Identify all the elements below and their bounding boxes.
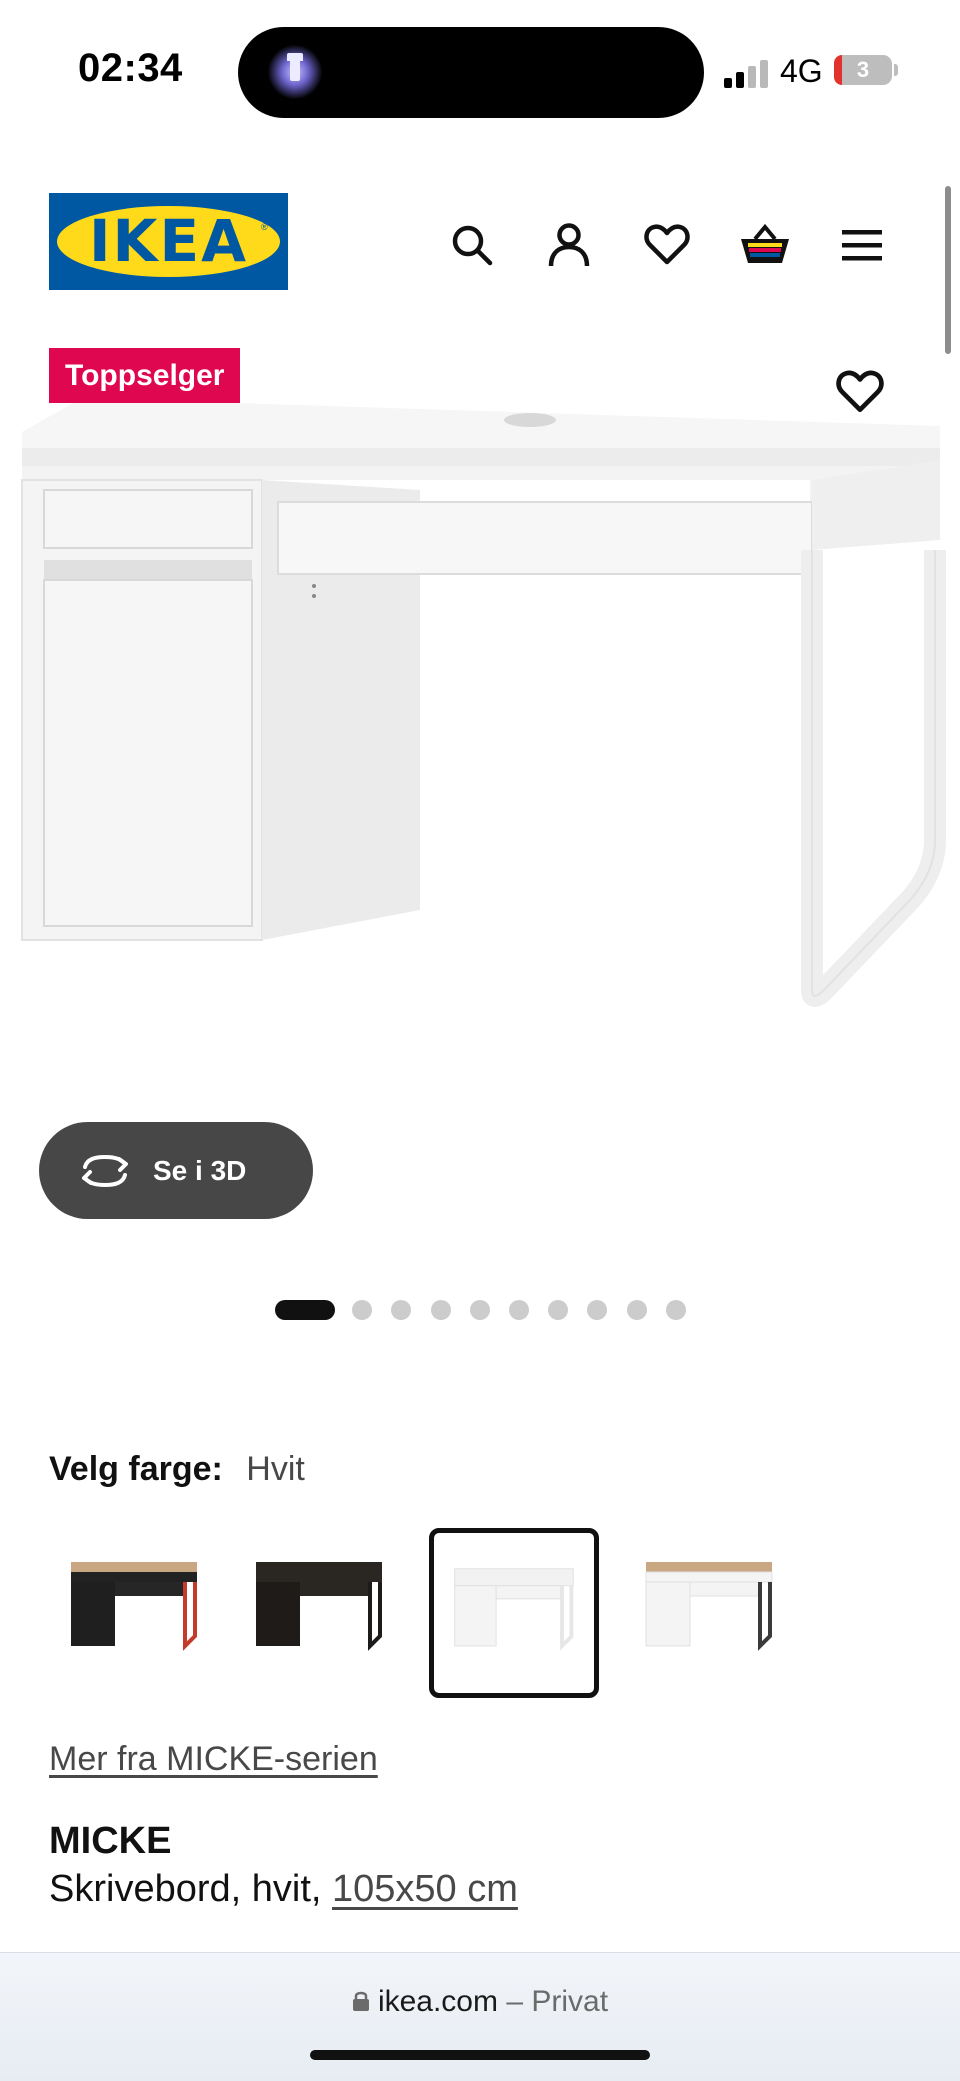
color-swatches [49, 1528, 909, 1698]
home-indicator[interactable] [310, 2050, 650, 2060]
search-icon[interactable] [443, 216, 501, 274]
view-in-3d-label: Se i 3D [153, 1154, 247, 1186]
selected-color: Hvit [246, 1450, 305, 1488]
gallery-dot-6[interactable] [509, 1300, 529, 1320]
registered-mark: ® [261, 222, 268, 232]
browser-address-bar[interactable]: ikea.com – Privat [0, 1952, 960, 2081]
url-domain: ikea.com [377, 1985, 498, 2018]
site-header: IKEA ® [0, 150, 960, 300]
color-swatch-black-red[interactable] [49, 1528, 219, 1698]
page-scrollbar[interactable] [945, 186, 951, 354]
lock-icon [352, 1986, 370, 2020]
gallery-dot-9[interactable] [627, 1300, 647, 1320]
status-bar: 02:34 4G 3 [0, 0, 960, 140]
gallery-dot-1[interactable] [275, 1300, 335, 1320]
gallery-dot-4[interactable] [431, 1300, 451, 1320]
gallery-dot-7[interactable] [548, 1300, 568, 1320]
color-label: Velg farge: [49, 1450, 223, 1488]
network-type: 4G [780, 53, 823, 89]
battery-icon: 3 [834, 55, 892, 85]
product-name: MICKE [49, 1820, 172, 1862]
product-description: Skrivebord, hvit, 105x50 cm [49, 1868, 518, 1911]
series-link[interactable]: Mer fra MICKE-serien [49, 1740, 378, 1779]
url-separator: – [506, 1985, 524, 2018]
rotate-3d-icon [82, 1154, 128, 1187]
status-time: 02:34 [78, 46, 183, 90]
basket-icon[interactable] [736, 216, 794, 274]
color-swatch-white-oak[interactable] [624, 1528, 794, 1698]
account-icon[interactable] [540, 216, 598, 274]
gallery-dot-10[interactable] [666, 1300, 686, 1320]
color-swatch-white[interactable] [429, 1528, 599, 1698]
url-display[interactable]: ikea.com – Privat [0, 1985, 960, 2020]
color-swatch-black-brown[interactable] [234, 1528, 404, 1698]
color-selector-label: Velg farge: Hvit [49, 1450, 305, 1489]
cellular-signal-icon [724, 58, 770, 88]
menu-icon[interactable] [833, 216, 891, 274]
battery-nub [894, 64, 898, 76]
ikea-logo[interactable]: IKEA ® [49, 193, 288, 290]
view-in-3d-button[interactable]: Se i 3D [39, 1122, 313, 1219]
battery-level: 3 [856, 57, 870, 82]
product-gallery: Toppselger Se i 3D [0, 330, 960, 1320]
logo-text: IKEA [88, 207, 249, 275]
gallery-pagination [0, 1298, 960, 1322]
wishlist-heart-icon[interactable] [638, 216, 696, 274]
gallery-dot-3[interactable] [391, 1300, 411, 1320]
product-desc-prefix: Skrivebord, hvit, [49, 1868, 322, 1910]
product-size-link[interactable]: 105x50 cm [332, 1868, 518, 1910]
dynamic-island [238, 27, 704, 118]
gallery-dot-5[interactable] [470, 1300, 490, 1320]
bestseller-badge: Toppselger [49, 348, 241, 403]
add-to-wishlist-heart-icon[interactable] [836, 370, 888, 422]
flashlight-icon [268, 45, 322, 99]
gallery-dot-8[interactable] [587, 1300, 607, 1320]
product-image[interactable] [0, 390, 960, 1210]
gallery-dot-2[interactable] [352, 1300, 372, 1320]
private-mode-label: Privat [531, 1985, 609, 2018]
